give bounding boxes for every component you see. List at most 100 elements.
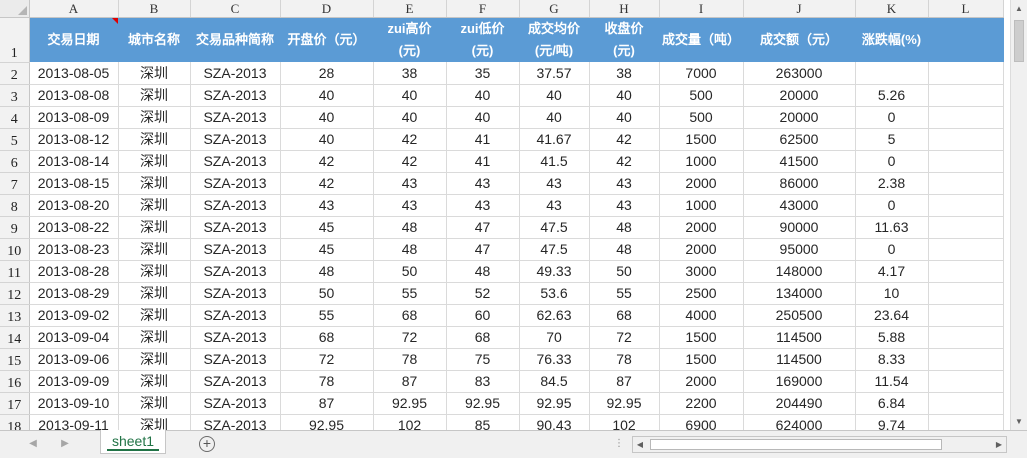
cell-b[interactable]: 深圳 (118, 106, 191, 129)
cell-h[interactable]: 43 (589, 194, 660, 217)
cell-g[interactable]: 92.95 (519, 392, 590, 415)
cell-l[interactable] (928, 150, 1004, 173)
cell-d[interactable]: 43 (280, 194, 374, 217)
cell-c[interactable]: SZA-2013 (190, 238, 281, 261)
row-header[interactable]: 15 (0, 348, 30, 371)
cell-l[interactable] (928, 392, 1004, 415)
cell-l[interactable] (928, 238, 1004, 261)
header-cell-l[interactable] (928, 17, 1004, 62)
cell-e[interactable]: 48 (373, 238, 447, 261)
row-header[interactable]: 14 (0, 326, 30, 349)
cell-h[interactable]: 72 (589, 326, 660, 349)
cell-i[interactable]: 7000 (659, 62, 744, 85)
cell-k[interactable]: 5 (855, 128, 929, 151)
cell-l[interactable] (928, 348, 1004, 371)
cell-k[interactable]: 0 (855, 194, 929, 217)
cell-j[interactable]: 134000 (743, 282, 856, 305)
cell-e[interactable]: 38 (373, 62, 447, 85)
cell-b[interactable]: 深圳 (118, 304, 191, 327)
cell-f[interactable]: 41 (446, 128, 520, 151)
cell-b[interactable]: 深圳 (118, 150, 191, 173)
column-header-k[interactable]: K (855, 0, 929, 18)
cell-l[interactable] (928, 304, 1004, 327)
cell-c[interactable]: SZA-2013 (190, 150, 281, 173)
row-header[interactable]: 17 (0, 392, 30, 415)
header-cell-i[interactable]: 成交量（吨） (659, 17, 744, 62)
cell-k[interactable] (855, 62, 929, 85)
cell-f[interactable]: 92.95 (446, 392, 520, 415)
cell-e[interactable]: 72 (373, 326, 447, 349)
cell-c[interactable]: SZA-2013 (190, 282, 281, 305)
cell-f[interactable]: 43 (446, 194, 520, 217)
row-header[interactable]: 4 (0, 106, 30, 129)
vertical-scroll-thumb[interactable] (1014, 20, 1024, 62)
cell-l[interactable] (928, 194, 1004, 217)
cell-i[interactable]: 1000 (659, 194, 744, 217)
cell-e[interactable]: 48 (373, 216, 447, 239)
spreadsheet-grid[interactable]: ABCDEFGHIJKL 1 交易日期 城市名称 交易品种简称 开盘价（元） zui高价 (… (0, 0, 1010, 430)
scroll-right-arrow-icon[interactable]: ▶ (992, 437, 1006, 452)
cell-k[interactable]: 5.88 (855, 326, 929, 349)
cell-e[interactable]: 40 (373, 84, 447, 107)
cell-b[interactable]: 深圳 (118, 84, 191, 107)
cell-c[interactable]: SZA-2013 (190, 84, 281, 107)
cell-e[interactable]: 50 (373, 260, 447, 283)
cell-i[interactable]: 500 (659, 106, 744, 129)
cell-g[interactable]: 53.6 (519, 282, 590, 305)
cell-i[interactable]: 500 (659, 84, 744, 107)
cell-a[interactable]: 2013-09-06 (29, 348, 119, 371)
cell-j[interactable]: 204490 (743, 392, 856, 415)
tab-split-handle-icon[interactable]: ⋮ (614, 438, 624, 449)
cell-h[interactable]: 48 (589, 216, 660, 239)
cell-d[interactable]: 42 (280, 172, 374, 195)
row-header[interactable]: 12 (0, 282, 30, 305)
cell-b[interactable]: 深圳 (118, 216, 191, 239)
cell-c[interactable]: SZA-2013 (190, 392, 281, 415)
cell-h[interactable]: 48 (589, 238, 660, 261)
cell-i[interactable]: 4000 (659, 304, 744, 327)
cell-d[interactable]: 40 (280, 128, 374, 151)
cell-a[interactable]: 2013-09-10 (29, 392, 119, 415)
cell-k[interactable]: 11.54 (855, 370, 929, 393)
cell-d[interactable]: 45 (280, 216, 374, 239)
cell-j[interactable]: 169000 (743, 370, 856, 393)
cell-c[interactable]: SZA-2013 (190, 348, 281, 371)
cell-j[interactable]: 114500 (743, 348, 856, 371)
cell-k[interactable]: 2.38 (855, 172, 929, 195)
cell-b[interactable]: 深圳 (118, 260, 191, 283)
cell-k[interactable]: 4.17 (855, 260, 929, 283)
cell-g[interactable]: 84.5 (519, 370, 590, 393)
cell-c[interactable]: SZA-2013 (190, 62, 281, 85)
row-header[interactable]: 2 (0, 62, 30, 85)
cell-h[interactable]: 50 (589, 260, 660, 283)
cell-b[interactable]: 深圳 (118, 348, 191, 371)
cell-i[interactable]: 2000 (659, 216, 744, 239)
cell-l[interactable] (928, 370, 1004, 393)
cell-h[interactable]: 42 (589, 128, 660, 151)
cell-h[interactable]: 42 (589, 150, 660, 173)
cell-e[interactable]: 43 (373, 172, 447, 195)
cell-g[interactable]: 90.43 (519, 414, 590, 430)
cell-e[interactable]: 42 (373, 128, 447, 151)
select-all-corner[interactable] (0, 0, 30, 18)
cell-a[interactable]: 2013-08-12 (29, 128, 119, 151)
cell-a[interactable]: 2013-08-28 (29, 260, 119, 283)
header-cell-b[interactable]: 城市名称 (118, 17, 191, 62)
cell-g[interactable]: 47.5 (519, 216, 590, 239)
cell-k[interactable]: 0 (855, 238, 929, 261)
cell-l[interactable] (928, 106, 1004, 129)
cell-a[interactable]: 2013-08-08 (29, 84, 119, 107)
cell-c[interactable]: SZA-2013 (190, 172, 281, 195)
cell-e[interactable]: 42 (373, 150, 447, 173)
cell-i[interactable]: 3000 (659, 260, 744, 283)
cell-b[interactable]: 深圳 (118, 326, 191, 349)
sheet-tab-sheet1[interactable]: sheet1 (100, 430, 166, 454)
row-header[interactable]: 3 (0, 84, 30, 107)
row-header[interactable]: 9 (0, 216, 30, 239)
cell-k[interactable]: 0 (855, 150, 929, 173)
cell-i[interactable]: 2000 (659, 172, 744, 195)
cell-b[interactable]: 深圳 (118, 62, 191, 85)
cell-f[interactable]: 52 (446, 282, 520, 305)
cell-j[interactable]: 114500 (743, 326, 856, 349)
cell-a[interactable]: 2013-08-14 (29, 150, 119, 173)
